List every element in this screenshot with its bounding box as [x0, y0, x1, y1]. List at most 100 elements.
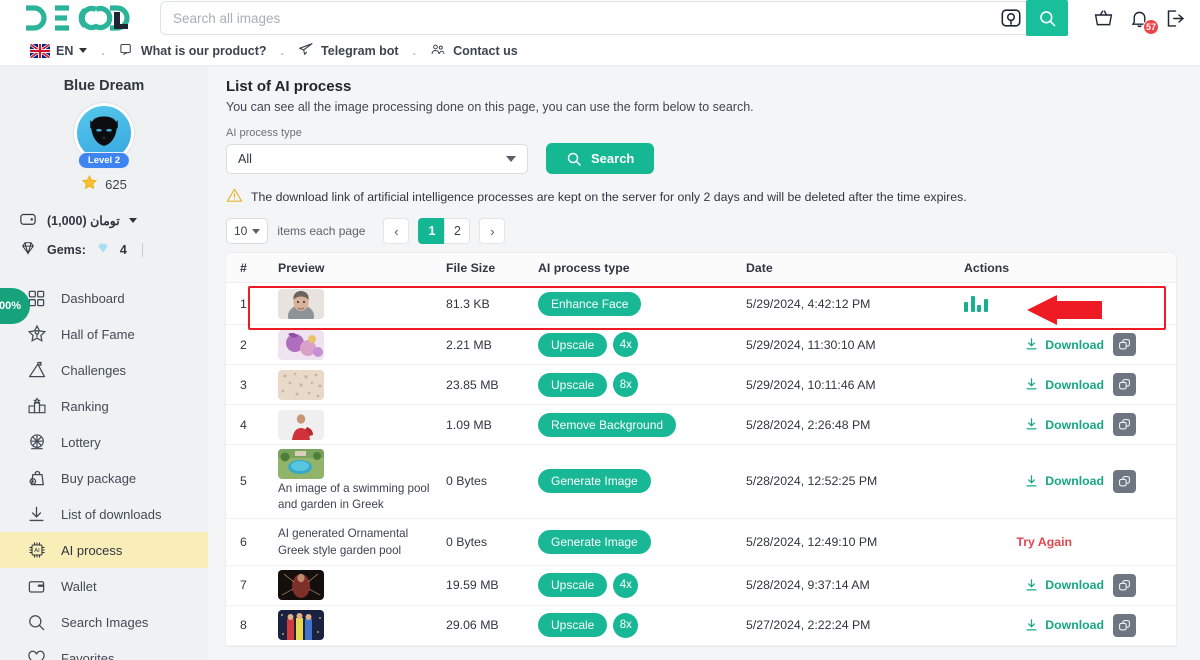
column-header-actions: Actions [946, 261, 1176, 275]
download-label: Download [1045, 578, 1104, 592]
nav-item-telegram-bot[interactable]: Telegram bot [298, 41, 399, 60]
row-date: 5/29/2024, 11:30:10 AM [746, 338, 946, 352]
download-link[interactable]: Download [1024, 578, 1104, 593]
download-icon [1024, 337, 1039, 352]
row-actions: Download [946, 413, 1176, 436]
sidebar-item-dashboard[interactable]: Dashboard [0, 280, 208, 316]
app-logo[interactable] [22, 3, 140, 33]
copy-button[interactable] [1113, 413, 1136, 436]
main-content: List of AI process You can see all the i… [208, 66, 1200, 660]
preview-thumbnail[interactable] [278, 570, 324, 600]
row-preview[interactable] [278, 610, 446, 640]
nav-item-contact-us[interactable]: Contact us [430, 42, 518, 60]
copy-button[interactable] [1113, 614, 1136, 637]
search-button[interactable]: Search [546, 143, 654, 174]
copy-button[interactable] [1113, 333, 1136, 356]
search-submit-button[interactable] [1026, 0, 1068, 36]
sidebar-item-favorites[interactable]: Favorites [0, 640, 208, 660]
search-input[interactable] [160, 1, 1066, 35]
wallet-amount: (1,000) تومان [47, 213, 120, 228]
copy-button[interactable] [1113, 574, 1136, 597]
nav-separator: . [87, 44, 118, 58]
wallet-balance[interactable]: (1,000) تومان [18, 210, 208, 231]
processing-bars-icon[interactable] [964, 296, 988, 312]
table-row[interactable]: 1 81.3 KB Enhance [226, 283, 1176, 325]
nav-item-product-info[interactable]: What is our product? [119, 42, 267, 60]
sidebar-item-list-of-downloads[interactable]: List of downloads [0, 496, 208, 532]
basket-icon[interactable] [1092, 7, 1114, 29]
sidebar-item-wallet[interactable]: Wallet [0, 568, 208, 604]
process-type-badge: Upscale [538, 613, 607, 637]
download-link[interactable]: Download [1024, 474, 1104, 489]
table-row[interactable]: 5 An image of a swimming pool and garden… [226, 445, 1176, 519]
ai-process-table: # Preview File Size AI process type Date… [226, 253, 1176, 646]
sidebar-item-buy-package[interactable]: Buy package [0, 460, 208, 496]
row-preview[interactable] [278, 410, 446, 440]
language-selector[interactable]: EN [30, 44, 87, 58]
copy-icon [1118, 619, 1131, 632]
table-row[interactable]: 4 1.09 MB Remove Background 5/ [226, 405, 1176, 445]
table-row[interactable]: 3 23.85 MB Upscale 8x [226, 365, 1176, 405]
avatar[interactable]: Level 2 [74, 103, 134, 163]
uk-flag-icon [30, 44, 50, 58]
preview-thumbnail[interactable] [278, 410, 324, 440]
row-file-size: 1.09 MB [446, 418, 538, 432]
logout-icon[interactable] [1164, 7, 1186, 29]
sidebar-item-ai-process[interactable]: AI AI process [0, 532, 208, 568]
level-badge: Level 2 [78, 152, 130, 169]
table-row[interactable]: 6 AI generated Ornamental Greek style ga… [226, 519, 1176, 566]
row-date: 5/29/2024, 4:42:12 PM [746, 297, 946, 311]
copy-button[interactable] [1113, 470, 1136, 493]
download-label: Download [1045, 338, 1104, 352]
process-factor-badge: 8x [613, 613, 638, 638]
sidebar-item-label: Lottery [61, 435, 101, 450]
preview-thumbnail[interactable] [278, 330, 324, 360]
table-row[interactable]: 8 29.06 MB Upscal [226, 606, 1176, 646]
sidebar-item-label: Wallet [61, 579, 97, 594]
sidebar-item-search-images[interactable]: Search Images [0, 604, 208, 640]
filter-section: AI process type All Search [226, 127, 1176, 174]
row-preview[interactable] [278, 289, 446, 319]
row-preview[interactable]: An image of a swimming pool and garden i… [278, 445, 446, 518]
copy-button[interactable] [1113, 373, 1136, 396]
try-again-link[interactable]: Try Again [946, 535, 1176, 549]
copy-icon [1118, 338, 1131, 351]
row-number: 6 [226, 535, 278, 549]
table-row[interactable]: 7 19.59 MB Upsc [226, 566, 1176, 606]
download-link[interactable]: Download [1024, 337, 1104, 352]
process-type-badge: Generate Image [538, 530, 651, 554]
preview-thumbnail[interactable] [278, 449, 324, 479]
row-preview[interactable] [278, 330, 446, 360]
preview-thumbnail[interactable] [278, 289, 324, 319]
per-page-select[interactable]: 10 [226, 218, 268, 244]
pagination-page-1[interactable]: 1 [418, 218, 444, 244]
download-link[interactable]: Download [1024, 417, 1104, 432]
row-preview[interactable] [278, 370, 446, 400]
bell-icon[interactable]: 57 [1128, 7, 1150, 29]
sidebar-item-challenges[interactable]: Challenges [0, 352, 208, 388]
row-process-type: Upscale 8x [538, 613, 746, 638]
pagination-next[interactable]: › [479, 218, 505, 244]
process-factor-badge: 4x [613, 332, 638, 357]
preview-thumbnail[interactable] [278, 370, 324, 400]
camera-search-icon[interactable] [996, 3, 1026, 33]
sidebar-item-lottery[interactable]: Lottery [0, 424, 208, 460]
download-link[interactable]: Download [1024, 618, 1104, 633]
ai-process-type-select[interactable]: All [226, 144, 528, 174]
pagination-prev[interactable]: ‹ [383, 218, 409, 244]
row-process-type: Upscale 8x [538, 372, 746, 397]
row-preview[interactable] [278, 570, 446, 600]
preview-caption: AI generated Ornamental Greek style gard… [278, 526, 438, 559]
sidebar-item-ranking[interactable]: Ranking [0, 388, 208, 424]
gems-balance[interactable]: Gems: 4 [18, 239, 208, 260]
nav-separator: . [267, 44, 298, 58]
sidebar-item-hall-of-fame[interactable]: Hall of Fame [0, 316, 208, 352]
preview-thumbnail[interactable] [278, 610, 324, 640]
table-row[interactable]: 2 2.21 MB Upscale 4x [226, 325, 1176, 365]
row-preview: AI generated Ornamental Greek style gard… [278, 524, 446, 559]
row-process-type: Upscale 4x [538, 573, 746, 598]
download-link[interactable]: Download [1024, 377, 1104, 392]
pagination-page-2[interactable]: 2 [444, 218, 470, 244]
preview-caption: An image of a swimming pool and garden i… [278, 481, 438, 514]
package-plus-icon [26, 468, 47, 489]
